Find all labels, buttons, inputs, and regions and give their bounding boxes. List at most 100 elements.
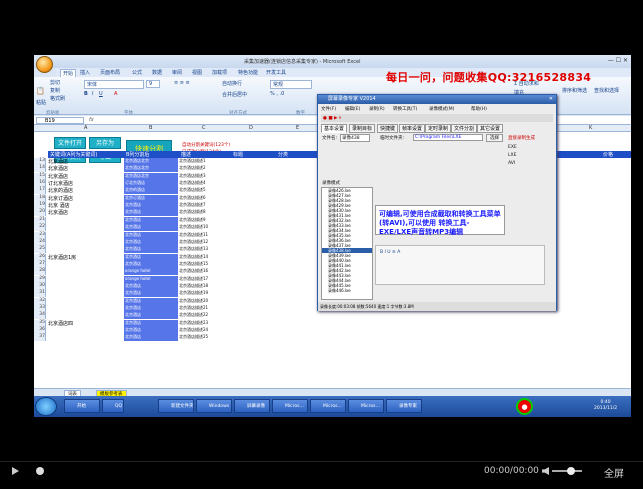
- table-cell-keyword[interactable]: [48, 334, 123, 341]
- table-cell-desc[interactable]: 北京酒店描述3: [179, 173, 229, 180]
- volume-icon[interactable]: [542, 467, 549, 475]
- table-cell-desc[interactable]: 北京酒店描述15: [179, 261, 229, 268]
- table-cell-split[interactable]: 订北京酒店: [124, 180, 178, 188]
- taskbar-item-recorder[interactable]: 屏幕录像: [234, 399, 270, 413]
- table-cell-split[interactable]: 北京酒店: [124, 253, 178, 261]
- table-cell-keyword[interactable]: [48, 298, 123, 305]
- table-cell-keyword[interactable]: 北京酒店1房: [48, 254, 123, 261]
- table-cell-desc[interactable]: 北京酒店描述10: [179, 224, 229, 231]
- paste-icon[interactable]: 📋: [36, 87, 45, 95]
- table-cell-desc[interactable]: 北京酒店描述5: [179, 187, 229, 194]
- taskbar-item-excel-3[interactable]: Micros...: [348, 399, 384, 413]
- table-cell-keyword[interactable]: [48, 283, 123, 290]
- table-cell-desc[interactable]: 北京酒店描述4: [179, 180, 229, 187]
- table-cell-split[interactable]: 北京的酒店: [124, 187, 178, 195]
- table-cell-desc[interactable]: 北京酒店描述6: [179, 195, 229, 202]
- table-cell-split[interactable]: 北京酒店: [124, 282, 178, 290]
- table-cell-keyword[interactable]: 北京酒店: [48, 209, 123, 216]
- table-cell-keyword[interactable]: 北京酒店四: [48, 320, 123, 327]
- record-indicator-icon[interactable]: ●: [516, 398, 533, 415]
- table-cell-keyword[interactable]: [48, 232, 123, 239]
- table-cell-keyword[interactable]: [48, 261, 123, 268]
- table-cell-desc[interactable]: 北京酒店描述17: [179, 276, 229, 283]
- table-cell-split[interactable]: 北京酒店: [124, 319, 178, 327]
- menu-tools[interactable]: 转换工具(T): [393, 106, 417, 112]
- taskbar-item-0[interactable]: 开始: [64, 399, 100, 413]
- dlg-tab-hotkey[interactable]: 快捷键: [377, 124, 399, 133]
- col-header-d[interactable]: D: [249, 125, 253, 131]
- table-cell-split[interactable]: 北京酒店: [124, 297, 178, 305]
- italic-button[interactable]: I: [92, 91, 93, 97]
- table-cell-split[interactable]: 北京酒店: [124, 246, 178, 254]
- taskbar-item-folder[interactable]: 新建文件夹: [158, 399, 194, 413]
- table-cell-desc[interactable]: 北京酒店描述14: [179, 254, 229, 261]
- format-painter-button[interactable]: 格式刷: [50, 95, 65, 102]
- path-input[interactable]: C:\Program Files\LXE: [413, 134, 483, 141]
- font-select[interactable]: 宋体: [84, 80, 144, 89]
- table-cell-desc[interactable]: 北京酒店描述1: [179, 158, 229, 165]
- menu-help[interactable]: 帮助(H): [471, 106, 487, 112]
- browse-button[interactable]: 选择: [486, 134, 503, 142]
- table-cell-keyword[interactable]: [48, 239, 123, 246]
- tab-formulas[interactable]: 公式: [132, 69, 142, 76]
- table-cell-desc[interactable]: 北京酒店描述13: [179, 246, 229, 253]
- dlg-tab-basic[interactable]: 基本设置: [321, 124, 348, 133]
- file-input[interactable]: 录像438: [340, 134, 370, 142]
- wrap-text-button[interactable]: 自动换行: [222, 80, 242, 87]
- sort-filter-button[interactable]: 排序和筛选: [562, 87, 587, 94]
- table-cell-split[interactable]: 北京酒店北京: [124, 158, 178, 165]
- name-box[interactable]: B19: [36, 117, 84, 124]
- table-cell-desc[interactable]: 北京酒店描述20: [179, 298, 229, 305]
- dlg-tab-framerate[interactable]: 帧率设置: [399, 124, 426, 133]
- table-cell-keyword[interactable]: 北京酒店: [48, 165, 123, 172]
- file-list[interactable]: 录像426.lxe 录像427.lxe 录像428.lxe 录像429.lxe 录像43…: [321, 187, 373, 300]
- tab-data[interactable]: 数据: [152, 69, 162, 76]
- table-cell-split[interactable]: 北京酒店: [124, 231, 178, 239]
- menu-record[interactable]: 录制(R): [369, 106, 385, 112]
- tab-features[interactable]: 特色功能: [238, 69, 258, 76]
- tab-insert[interactable]: 插入: [80, 69, 90, 76]
- dlg-tab-schedule[interactable]: 定时录制: [425, 124, 452, 133]
- taskbar-item-excel-1[interactable]: Micros...: [272, 399, 308, 413]
- taskbar-item-windows[interactable]: Windows: [196, 399, 232, 413]
- table-cell-desc[interactable]: 北京酒店描述2: [179, 165, 229, 172]
- bold-button[interactable]: B: [84, 91, 88, 97]
- table-cell-keyword[interactable]: [48, 327, 123, 334]
- table-cell-keyword[interactable]: 北京的酒店: [48, 187, 123, 194]
- table-cell-desc[interactable]: 北京酒店描述24: [179, 327, 229, 334]
- start-button[interactable]: [35, 397, 57, 416]
- fullscreen-button[interactable]: 全屏: [604, 465, 624, 480]
- dialog-close-icon[interactable]: ✕: [549, 96, 553, 102]
- dlg-tab-other[interactable]: 其它设置: [477, 124, 504, 133]
- avi-radio[interactable]: AVI: [508, 161, 515, 166]
- table-cell-desc[interactable]: 北京酒店描述22: [179, 312, 229, 319]
- table-cell-desc[interactable]: 北京酒店描述9: [179, 217, 229, 224]
- table-cell-split[interactable]: 北京酒店北京: [124, 172, 178, 180]
- tab-view[interactable]: 视图: [192, 69, 202, 76]
- tab-developer[interactable]: 开发工具: [266, 69, 286, 76]
- office-button[interactable]: [36, 56, 53, 73]
- paste-button[interactable]: 粘贴: [36, 99, 46, 106]
- volume-knob[interactable]: [567, 467, 575, 475]
- copy-button[interactable]: 复制: [50, 87, 60, 94]
- direct-mode-checkbox[interactable]: 直接录制生成: [508, 135, 535, 141]
- table-cell-split[interactable]: 北京酒店北京: [124, 165, 178, 173]
- underline-button[interactable]: U: [99, 91, 103, 97]
- col-header-a[interactable]: A: [84, 125, 87, 131]
- merge-center-button[interactable]: 合并后居中: [222, 91, 247, 98]
- table-cell-keyword[interactable]: 北京酒店: [48, 173, 123, 180]
- lxe-radio[interactable]: LXE: [508, 153, 516, 158]
- table-cell-split[interactable]: 北京酒店: [124, 209, 178, 217]
- table-cell-keyword[interactable]: [48, 268, 123, 275]
- list-item[interactable]: 录像446.lxe: [322, 288, 372, 293]
- cut-button[interactable]: 剪切: [50, 79, 60, 86]
- table-cell-desc[interactable]: 北京酒店描述19: [179, 290, 229, 297]
- table-cell-split[interactable]: orange hotel: [124, 268, 178, 276]
- play-icon[interactable]: [12, 467, 19, 475]
- col-header-k[interactable]: K: [589, 125, 592, 131]
- save-as-button[interactable]: 另存为: [89, 137, 121, 149]
- table-cell-keyword[interactable]: 北京 酒店: [48, 202, 123, 209]
- window-controls[interactable]: — ☐ ✕: [608, 57, 628, 64]
- dlg-tab-target[interactable]: 录制目标: [349, 124, 376, 133]
- font-color-icon[interactable]: A: [114, 91, 117, 97]
